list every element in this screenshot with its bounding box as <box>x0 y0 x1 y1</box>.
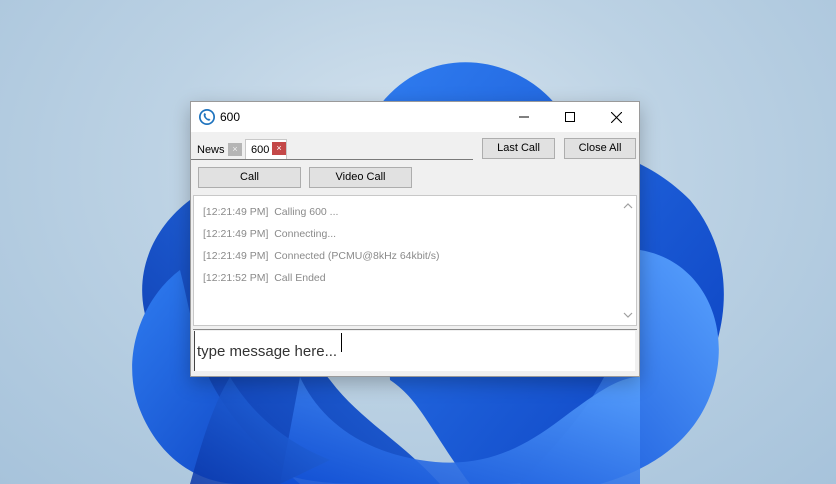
splitter[interactable] <box>193 329 637 330</box>
log-text: Connected (PCMU@8kHz 64kbit/s) <box>274 250 440 262</box>
tab-news-close-icon[interactable]: × <box>228 143 242 156</box>
maximize-button[interactable] <box>547 102 593 132</box>
log-entry: [12:21:49 PM] Calling 600 ... <box>203 206 338 218</box>
log-time: [12:21:49 PM] <box>203 228 269 240</box>
log-time: [12:21:49 PM] <box>203 206 269 218</box>
log-entry: [12:21:52 PM] Call Ended <box>203 272 326 284</box>
maximize-icon <box>565 112 575 122</box>
close-button[interactable] <box>593 102 639 132</box>
scroll-up-icon[interactable] <box>622 200 634 212</box>
tab-600-label: 600 <box>251 144 270 156</box>
text-cursor <box>341 333 342 352</box>
minimize-icon <box>519 116 529 118</box>
tab-600[interactable]: 600 × <box>245 139 287 159</box>
window-title: 600 <box>220 110 241 124</box>
last-call-button[interactable]: Last Call <box>482 138 555 159</box>
tab-news[interactable]: News <box>197 144 225 162</box>
title-bar[interactable]: 600 <box>191 102 639 132</box>
tab-600-close-icon[interactable]: × <box>272 142 286 155</box>
minimize-button[interactable] <box>501 102 547 132</box>
tab-strip: News × 600 × <box>191 134 473 160</box>
call-button[interactable]: Call <box>198 167 301 188</box>
log-text: Call Ended <box>274 272 326 284</box>
log-text: Connecting... <box>274 228 337 240</box>
close-all-button[interactable]: Close All <box>564 138 636 159</box>
log-text: Calling 600 ... <box>274 206 339 218</box>
log-entry: [12:21:49 PM] Connecting... <box>203 228 336 240</box>
log-entry: [12:21:49 PM] Connected (PCMU@8kHz 64kbi… <box>203 250 440 262</box>
call-log: [12:21:49 PM] Calling 600 ... [12:21:49 … <box>193 195 637 326</box>
video-call-button[interactable]: Video Call <box>309 167 412 188</box>
log-time: [12:21:52 PM] <box>203 272 269 284</box>
log-time: [12:21:49 PM] <box>203 250 269 262</box>
close-icon <box>610 111 622 123</box>
scroll-down-icon[interactable] <box>622 309 634 321</box>
message-input[interactable] <box>194 331 635 371</box>
app-phone-icon <box>199 109 215 125</box>
call-window: 600 News × 600 × Last Call Close All Cal… <box>190 101 640 377</box>
